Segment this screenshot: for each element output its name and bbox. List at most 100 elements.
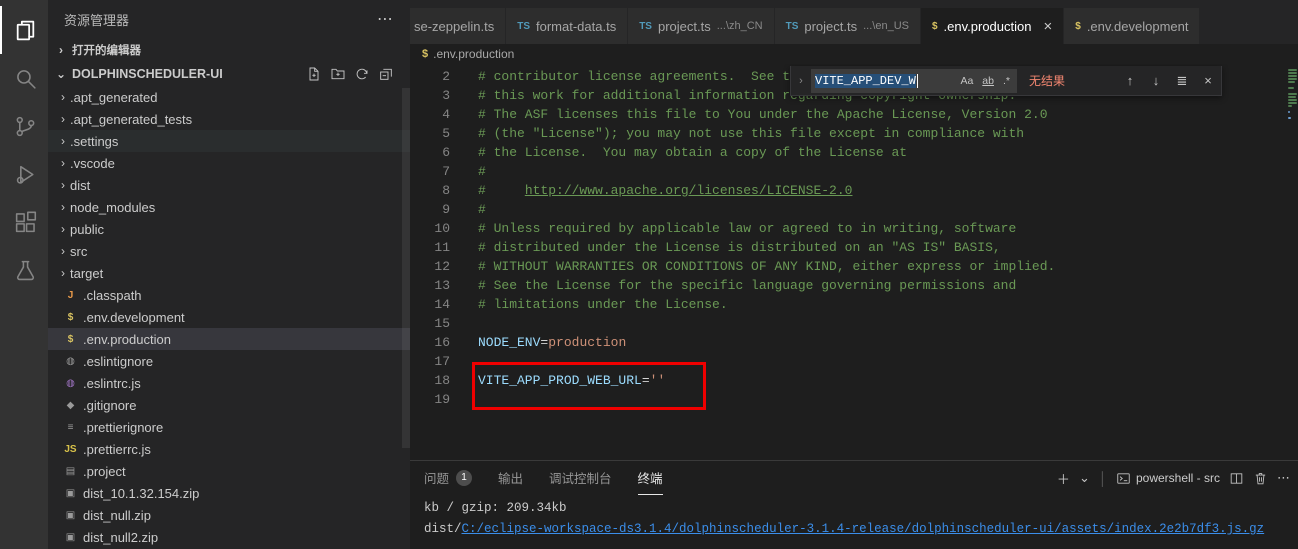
panel-tab-问题[interactable]: 问题 1 — [424, 461, 473, 495]
terminal-output[interactable]: kb / gzip: 209.34kb dist/C:/eclipse-works… — [410, 495, 1298, 540]
typescript-icon: TS — [785, 20, 799, 32]
tab-project.ts[interactable]: TS project.ts ...\zh_CN — [628, 8, 775, 44]
git-icon: ◆ — [66, 399, 75, 411]
tree-item-.project[interactable]: ▤ .project — [48, 460, 410, 482]
tree-item-label: node_modules — [70, 199, 156, 215]
toggle-replace-icon[interactable]: › — [795, 75, 807, 87]
match-case-icon[interactable]: Aa — [957, 74, 976, 88]
panel-tab-终端[interactable]: 终端 — [637, 461, 663, 495]
editor-tab-bar: se-zeppelin.ts TS format-data.ts TS project.… — [410, 0, 1298, 44]
tree-item-.classpath[interactable]: J .classpath — [48, 284, 410, 306]
terminal-line: kb / gzip: 209.34kb — [424, 501, 567, 515]
tree-item-label: public — [70, 221, 104, 237]
panel-more-actions-icon[interactable]: ⋯ — [1277, 470, 1290, 486]
tab-project.ts[interactable]: TS project.ts ...\en_US — [774, 8, 921, 44]
open-editors-section[interactable]: › 打开的编辑器 — [48, 38, 410, 62]
tree-item-.env.development[interactable]: $ .env.development — [48, 306, 410, 328]
new-file-icon[interactable] — [306, 66, 322, 82]
code-line: 16 NODE_ENV=production — [410, 333, 1298, 352]
tab-.env.production[interactable]: $ .env.production × — [920, 8, 1065, 44]
tree-item-.prettierrc.js[interactable]: JS .prettierrc.js — [48, 438, 410, 460]
close-icon[interactable]: × — [1043, 18, 1052, 35]
line-number: 10 — [434, 221, 450, 236]
explorer-sidebar: 资源管理器 ⋯ › 打开的编辑器 ⌄ DOLPHINSCHEDULER-UI ›… — [48, 0, 410, 549]
kill-terminal-icon[interactable] — [1253, 470, 1268, 486]
editor-pane[interactable]: 2 # contributor license agreements. See t… — [410, 64, 1298, 460]
split-terminal-icon[interactable] — [1229, 470, 1244, 486]
tree-item-public[interactable]: › public — [48, 218, 410, 240]
tree-item-dist_null2.zip[interactable]: ▣ dist_null2.zip — [48, 526, 410, 548]
refresh-icon[interactable] — [354, 66, 370, 82]
editor-column: se-zeppelin.ts TS format-data.ts TS project.… — [410, 0, 1298, 549]
env-file-icon: $ — [67, 311, 74, 323]
minimap[interactable] — [1287, 64, 1298, 460]
chevron-right-icon: › — [61, 178, 65, 192]
run-debug-icon[interactable] — [0, 150, 48, 198]
terminal-instance-label: powershell - src — [1135, 471, 1220, 485]
tree-item-label: .prettierignore — [83, 419, 164, 435]
tree-item-target[interactable]: › target — [48, 262, 410, 284]
regex-icon[interactable]: .* — [1000, 74, 1013, 88]
previous-match-icon[interactable]: ↑ — [1121, 73, 1139, 88]
tree-item-.env.production[interactable]: $ .env.production — [48, 328, 410, 350]
typescript-icon: TS — [639, 20, 652, 32]
tree-item-label: .project — [83, 463, 126, 479]
extensions-icon[interactable] — [0, 198, 48, 246]
find-input[interactable]: VITE_APP_DEV_W Aa ab .* — [811, 68, 1017, 93]
terminal-icon — [1116, 471, 1131, 486]
more-actions-icon[interactable]: ⋯ — [377, 9, 394, 29]
collapse-all-icon[interactable] — [378, 66, 394, 82]
tree-item-label: .classpath — [83, 287, 142, 303]
tab-se-zeppelin.ts[interactable]: se-zeppelin.ts — [410, 8, 507, 44]
tree-item-label: .apt_generated — [70, 89, 158, 105]
tree-item-.gitignore[interactable]: ◆ .gitignore — [48, 394, 410, 416]
panel-tab-label: 问题 — [424, 472, 450, 486]
tree-item-dist_null.zip[interactable]: ▣ dist_null.zip — [48, 504, 410, 526]
next-match-icon[interactable]: ↓ — [1147, 73, 1165, 88]
tab-format-data.ts[interactable]: TS format-data.ts — [506, 8, 629, 44]
line-number: 18 — [434, 373, 450, 388]
code-line: 12 # WITHOUT WARRANTIES OR CONDITIONS OF … — [410, 257, 1298, 276]
breadcrumb-label: .env.production — [433, 47, 515, 61]
tree-item-.eslintignore[interactable]: ◍ .eslintignore — [48, 350, 410, 372]
tree-item-.eslintrc.js[interactable]: ◍ .eslintrc.js — [48, 372, 410, 394]
close-icon[interactable]: × — [1199, 73, 1217, 88]
find-buttons: ↑ ↓ ≣ × — [1121, 73, 1217, 89]
line-number: 6 — [442, 145, 450, 160]
open-editors-label: 打开的编辑器 — [72, 45, 141, 57]
tree-item-.prettierignore[interactable]: ≡ .prettierignore — [48, 416, 410, 438]
terminal-dropdown-icon[interactable]: ⌄ — [1079, 470, 1090, 486]
new-folder-icon[interactable] — [330, 66, 346, 82]
explorer-icon[interactable] — [0, 6, 48, 54]
tree-item-.apt_generated[interactable]: › .apt_generated — [48, 86, 410, 108]
workspace-root-row[interactable]: ⌄ DOLPHINSCHEDULER-UI — [48, 62, 410, 86]
tab-.env.development[interactable]: $ .env.development — [1064, 8, 1201, 44]
tab-label: format-data.ts — [536, 18, 617, 34]
testing-icon[interactable] — [0, 246, 48, 294]
tree-item-src[interactable]: › src — [48, 240, 410, 262]
tree-item-dist_10.1.32.154.zip[interactable]: ▣ dist_10.1.32.154.zip — [48, 482, 410, 504]
line-number: 14 — [434, 297, 450, 312]
terminal-link[interactable]: C:/eclipse-workspace-ds3.1.4/dolphinsche… — [462, 522, 1265, 536]
panel-tab-label: 终端 — [637, 472, 663, 486]
whole-word-icon[interactable]: ab — [979, 74, 997, 88]
tree-item-node_modules[interactable]: › node_modules — [48, 196, 410, 218]
tree-item-.vscode[interactable]: › .vscode — [48, 152, 410, 174]
terminal-instance[interactable]: powershell - src — [1116, 471, 1220, 486]
new-terminal-icon[interactable]: ＋ — [1057, 469, 1070, 488]
panel-tab-调试控制台[interactable]: 调试控制台 — [549, 461, 612, 495]
source-control-icon[interactable] — [0, 102, 48, 150]
code-line: 13 # See the License for the specific lan… — [410, 276, 1298, 295]
tree-item-dist[interactable]: › dist — [48, 174, 410, 196]
tree-item-.apt_generated_tests[interactable]: › .apt_generated_tests — [48, 108, 410, 130]
panel-tab-label: 输出 — [498, 472, 524, 486]
sidebar-scrollbar[interactable] — [402, 88, 410, 448]
line-number: 11 — [434, 240, 450, 255]
env-file-icon: $ — [1075, 20, 1081, 32]
search-icon[interactable] — [0, 54, 48, 102]
chevron-down-icon: ⌄ — [55, 67, 67, 81]
tree-item-.settings[interactable]: › .settings — [48, 130, 410, 152]
find-in-selection-icon[interactable]: ≣ — [1173, 73, 1191, 89]
breadcrumb[interactable]: $ .env.production — [410, 44, 1298, 64]
panel-tab-输出[interactable]: 输出 — [498, 461, 523, 495]
